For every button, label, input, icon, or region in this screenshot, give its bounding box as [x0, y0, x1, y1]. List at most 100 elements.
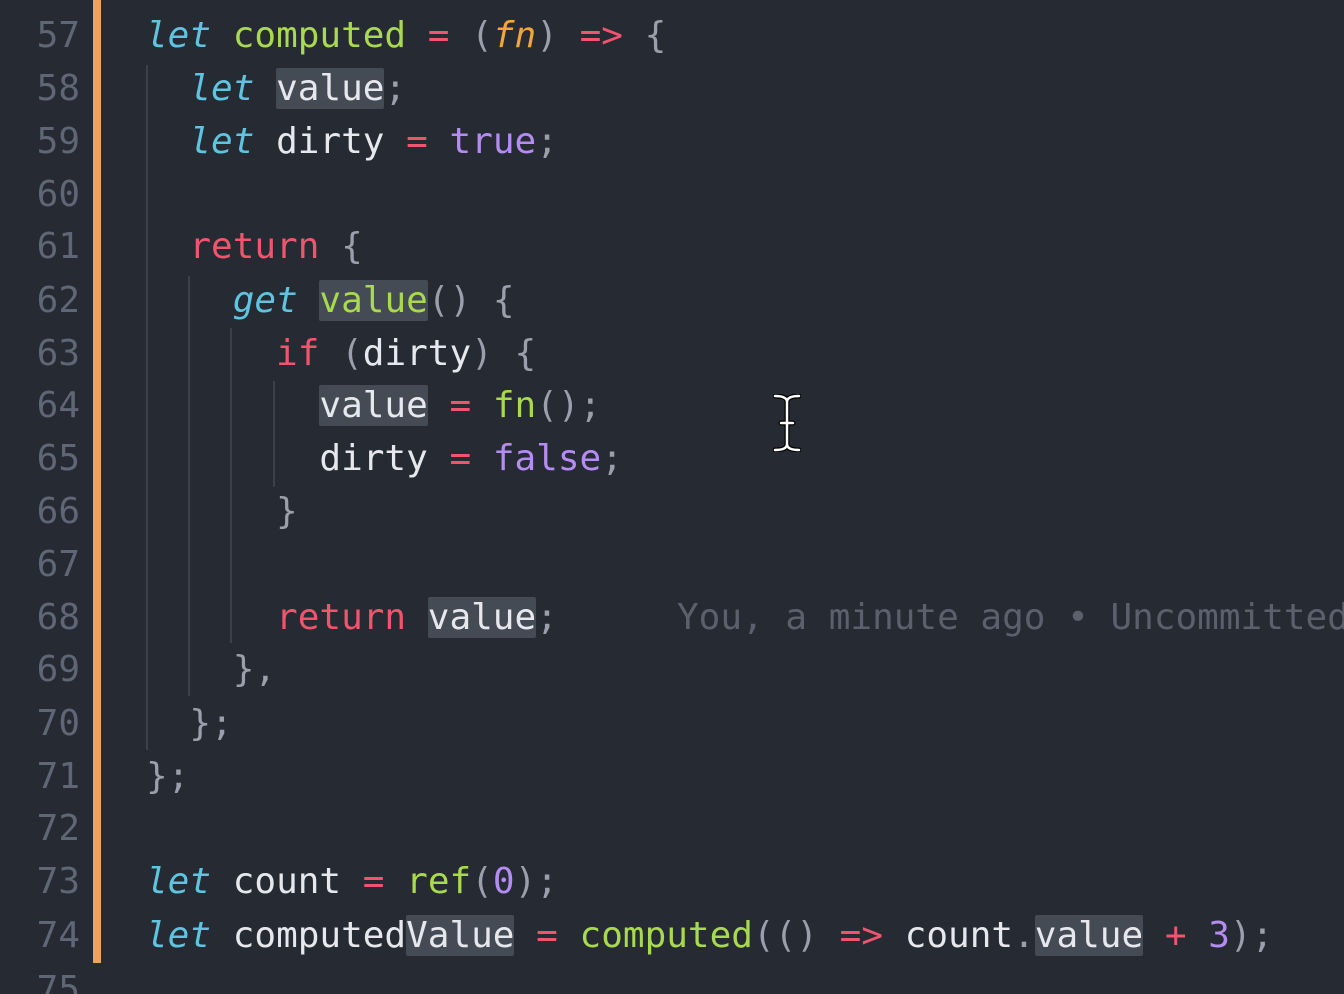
brace-close: } [276, 491, 298, 532]
keyword-let: let [146, 915, 212, 956]
code-line-61[interactable]: 61 return { [0, 220, 1344, 273]
brace-open: { [644, 15, 667, 56]
identifier-dirty: dirty [276, 121, 385, 162]
line-number: 65 [36, 438, 80, 479]
code-line-72[interactable]: 72 [0, 802, 1344, 855]
call-fn: fn [492, 385, 537, 426]
paren-open: ( [471, 861, 493, 902]
identifier-count: count [232, 861, 342, 902]
paren-open: ( [341, 333, 363, 374]
operator-assign: = [449, 438, 472, 479]
keyword-let: let [189, 121, 255, 162]
code-line-73[interactable]: 73 let count = ref(0); [0, 855, 1344, 908]
line-number: 60 [36, 174, 80, 215]
operator-assign: = [427, 15, 450, 56]
call-computed: computed [579, 915, 753, 956]
semicolon: ; [384, 68, 407, 109]
call-parens-semicolon: (); [536, 385, 602, 426]
text-cursor-ibeam-icon [773, 394, 801, 452]
code-line-66[interactable]: 66 } [0, 485, 1344, 538]
line-number: 72 [36, 808, 80, 849]
keyword-let: let [189, 68, 255, 109]
code-line-71[interactable]: 71 }; [0, 750, 1344, 803]
identifier-dirty: dirty [362, 333, 472, 374]
literal-true: true [449, 121, 537, 162]
arrow-fn-open: (() [752, 915, 818, 956]
line-number: 69 [36, 649, 80, 690]
paren-close-semicolon: ); [514, 861, 558, 902]
brace-close-semicolon: }; [146, 756, 190, 797]
code-editor[interactable]: 57 let computed = (fn) => { 58 let value… [0, 0, 1344, 994]
literal-false: false [492, 438, 602, 479]
line-number: 62 [36, 280, 80, 321]
code-line-69[interactable]: 69 }, [0, 643, 1344, 696]
code-line-59[interactable]: 59 let dirty = true; [0, 115, 1344, 168]
identifier-computedValue-suffix-highlighted: Value [406, 915, 515, 956]
identifier-computedValue-prefix: computed [232, 915, 407, 956]
line-number: 58 [36, 68, 80, 109]
call-ref: ref [406, 861, 472, 902]
property-value-highlighted: value [1034, 915, 1144, 956]
code-line-68[interactable]: 68 return value; You, a minute ago • Unc… [0, 591, 1344, 644]
code-line-60[interactable]: 60 [0, 168, 1344, 221]
line-number: 73 [36, 861, 80, 902]
operator-assign: = [449, 385, 472, 426]
brace-close-semicolon: }; [189, 703, 233, 744]
identifier-computed: computed [232, 15, 407, 56]
semicolon: ; [601, 438, 623, 479]
code-line-64[interactable]: 64 value = fn(); [0, 379, 1344, 432]
semicolon: ; [536, 121, 558, 162]
number-zero: 0 [492, 861, 515, 902]
keyword-return: return [189, 226, 320, 267]
keyword-let: let [146, 15, 212, 56]
line-number: 64 [36, 385, 80, 426]
keyword-let: let [146, 861, 212, 902]
line-number: 68 [36, 597, 80, 638]
keyword-return: return [276, 597, 407, 638]
identifier-value-highlighted: value [319, 385, 428, 426]
dot: . [1013, 915, 1035, 956]
arrow: => [579, 15, 623, 56]
operator-plus: + [1164, 915, 1187, 956]
line-number: 61 [36, 226, 80, 267]
operator-assign: = [362, 861, 385, 902]
operator-assign: = [536, 915, 558, 956]
parens: () [427, 280, 472, 321]
code-line-65[interactable]: 65 dirty = false; [0, 432, 1344, 485]
line-number: 74 [36, 915, 80, 956]
brace-open: { [492, 280, 515, 321]
identifier-count: count [904, 915, 1014, 956]
paren-close: ) [471, 333, 493, 374]
code-line-57[interactable]: 57 let computed = (fn) => { [0, 9, 1344, 62]
brace-open: { [341, 226, 363, 267]
identifier-value-highlighted: value [427, 597, 537, 638]
paren-close: ) [536, 15, 558, 56]
identifier-dirty: dirty [319, 438, 428, 479]
line-number: 63 [36, 333, 80, 374]
code-line-75[interactable]: 75 [0, 963, 1344, 994]
code-line-62[interactable]: 62 get value() { [0, 274, 1344, 327]
code-line-58[interactable]: 58 let value; [0, 62, 1344, 115]
line-number: 67 [36, 544, 80, 585]
paren-close-semicolon: ); [1229, 915, 1274, 956]
line-number: 57 [36, 15, 80, 56]
brace-close-comma: }, [232, 649, 277, 690]
paren-open: ( [471, 15, 493, 56]
semicolon: ; [536, 597, 558, 638]
line-number: 70 [36, 703, 80, 744]
line-number: 59 [36, 121, 80, 162]
code-line-70[interactable]: 70 }; [0, 697, 1344, 750]
line-number: 71 [36, 756, 80, 797]
arrow: => [839, 915, 884, 956]
method-value-highlighted: value [319, 280, 428, 321]
code-line-67[interactable]: 67 [0, 538, 1344, 591]
line-number: 66 [36, 491, 80, 532]
identifier-value-highlighted: value [276, 68, 385, 109]
number-three: 3 [1208, 915, 1230, 956]
operator-assign: = [406, 121, 428, 162]
code-line-74[interactable]: 74 let computedValue = computed(() => co… [0, 909, 1344, 962]
code-line-63[interactable]: 63 if (dirty) { [0, 327, 1344, 380]
param-fn: fn [492, 15, 537, 56]
line-number: 75 [36, 969, 80, 994]
keyword-get: get [232, 280, 298, 321]
